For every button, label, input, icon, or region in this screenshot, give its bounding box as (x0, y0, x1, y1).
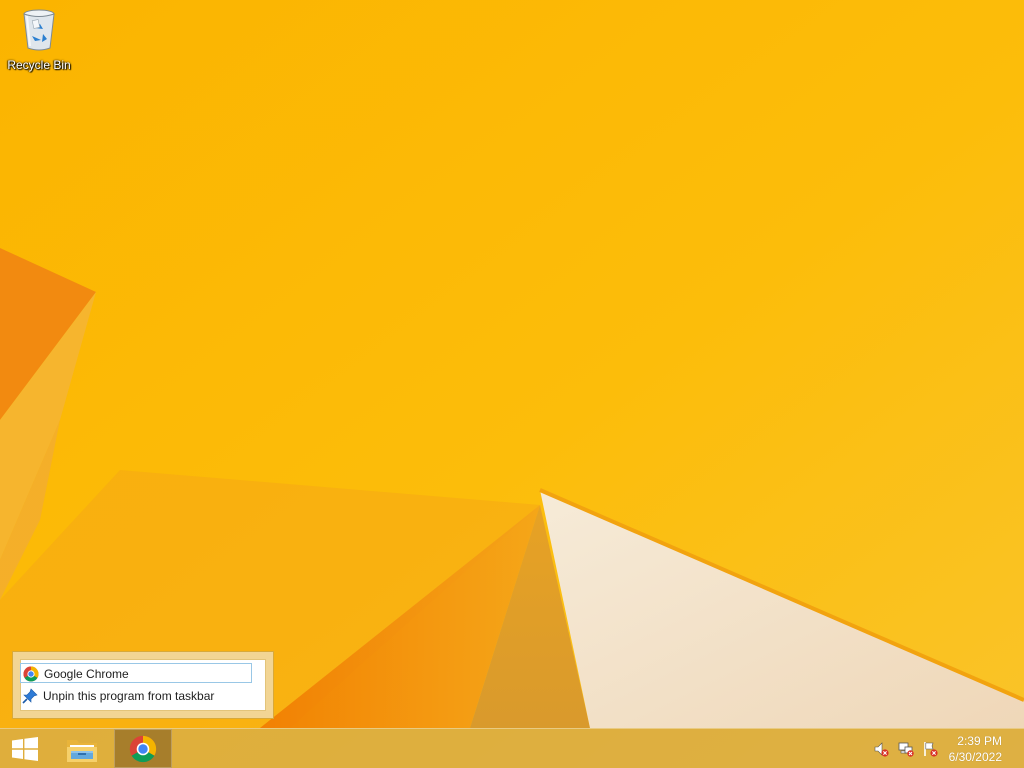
windows-logo-icon (12, 737, 38, 761)
recycle-bin-icon (23, 9, 55, 51)
jump-list-item-google-chrome[interactable]: Google Chrome (20, 663, 252, 683)
taskbar-jump-list: Google Chrome Unpin this program from ta… (12, 651, 274, 719)
desktop-icon-label: Recycle Bin (7, 58, 71, 72)
jump-list-item-unpin[interactable]: Unpin this program from taskbar (20, 686, 252, 706)
chrome-icon (23, 666, 39, 682)
jump-list-item-label: Unpin this program from taskbar (43, 689, 215, 703)
taskbar-file-explorer-button[interactable] (57, 729, 107, 768)
network-disconnected-icon[interactable] (898, 741, 914, 757)
clock-date: 6/30/2022 (948, 750, 1002, 764)
speaker-muted-icon[interactable] (873, 741, 889, 757)
folder-icon (67, 740, 97, 762)
start-button[interactable] (0, 729, 50, 768)
taskbar: 2:39 PM 6/30/2022 (0, 728, 1024, 768)
desktop-icon-recycle-bin[interactable]: Recycle Bin (4, 6, 74, 76)
desktop[interactable]: Recycle Bin Google Chrome Unpin this pro… (0, 0, 1024, 768)
clock-time: 2:39 PM (957, 734, 1002, 748)
chrome-icon (129, 735, 157, 763)
taskbar-clock[interactable]: 2:39 PM 6/30/2022 (932, 733, 1002, 765)
jump-list-item-label: Google Chrome (44, 667, 129, 681)
unpin-icon (22, 688, 38, 704)
taskbar-chrome-button[interactable] (114, 729, 172, 768)
